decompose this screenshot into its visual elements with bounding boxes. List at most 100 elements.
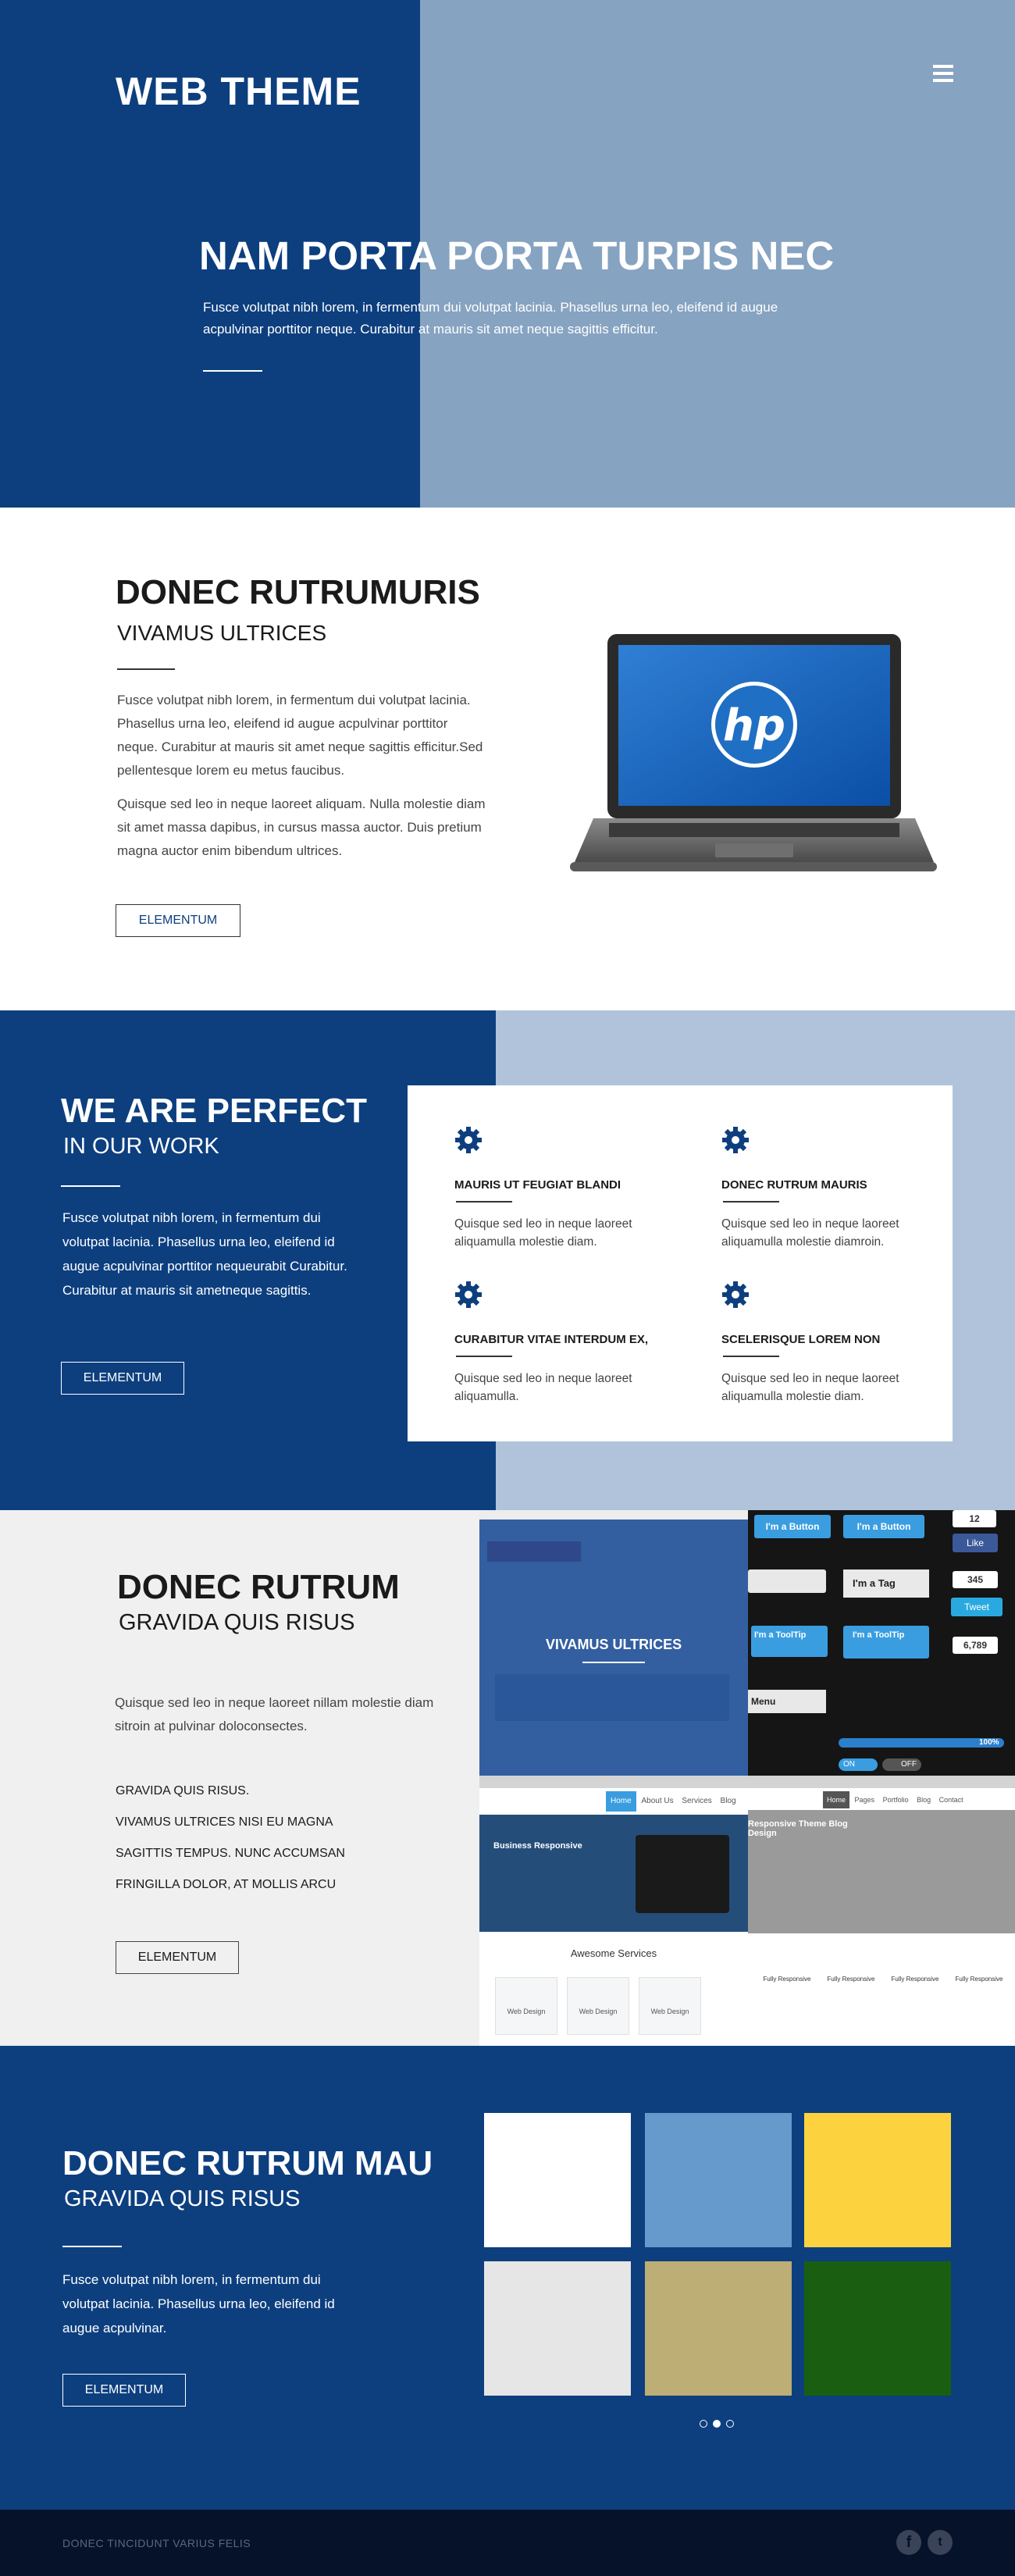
slider-dot[interactable] (726, 2420, 734, 2428)
feature-item: CURABITUR VITAE INTERDUM EX, Quisque sed… (454, 1281, 689, 1406)
kit-count: 345 (953, 1571, 998, 1588)
shot-nav-item: Services (682, 1797, 712, 1805)
color-swatch[interactable] (804, 2261, 951, 2396)
color-swatch[interactable] (804, 2113, 951, 2247)
laptop-image: hp (570, 634, 937, 871)
palette-elementum-button[interactable]: ELEMENTUM (62, 2374, 186, 2407)
brand-logo[interactable]: WEB THEME (116, 69, 361, 114)
feature-text: Quisque sed leo in neque laoreet aliquam… (721, 1217, 899, 1249)
kit-button: I'm a Button (754, 1515, 831, 1538)
overlay-label: VIVAMUS ULTRICES (545, 1637, 682, 1652)
feature-text: Quisque sed leo in neque laoreet aliquam… (721, 1372, 899, 1403)
gear-icon (455, 1127, 482, 1153)
twitter-icon[interactable]: t (928, 2530, 953, 2555)
kit-tag: I'm a Tag (843, 1569, 929, 1598)
kit-toggle-on: ON (839, 1758, 878, 1771)
shot-nav-item: Home (606, 1791, 636, 1812)
product-paragraph-1: Fusce volutpat nibh lorem, in fermentum … (117, 693, 483, 778)
perfect-text: Fusce volutpat nibh lorem, in fermentum … (62, 1210, 347, 1298)
perfect-subtitle: IN OUR WORK (63, 1134, 219, 1159)
kit-like: Like (953, 1534, 998, 1552)
slider-dots (700, 2417, 739, 2432)
palette-subtitle: GRAVIDA QUIS RISUS (64, 2186, 301, 2211)
gear-icon (722, 1127, 749, 1153)
kit-tooltip: I'm a ToolTip (843, 1626, 929, 1659)
palette-title: DONEC RUTRUM MAU (62, 2144, 433, 2182)
facebook-icon[interactable]: f (896, 2530, 921, 2555)
screenshot-overlay-site[interactable]: VIVAMUS ULTRICES (479, 1510, 748, 1776)
shot-nav-item: Contact (938, 1796, 963, 1804)
product-paragraph-2: Quisque sed leo in neque laoreet aliquam… (117, 796, 486, 858)
product-subtitle: VIVAMUS ULTRICES (117, 621, 327, 645)
hamburger-menu-icon[interactable] (933, 65, 953, 82)
palette-text: Fusce volutpat nibh lorem, in fermentum … (62, 2272, 335, 2336)
feature-divider (456, 1356, 512, 1357)
palette-section: DONEC RUTRUM MAU GRAVIDA QUIS RISUS Fusc… (0, 2046, 1015, 2510)
shot-card: Web Design (495, 1977, 557, 2035)
feature-item: MAURIS UT FEUGIAT BLANDI Quisque sed leo… (454, 1126, 689, 1251)
shot-nav-item: Blog (720, 1797, 736, 1805)
feature-text: Quisque sed leo in neque laoreet aliquam… (454, 1217, 632, 1249)
shot-col: Fully Responsive (827, 1976, 875, 1983)
shot-col: Fully Responsive (891, 1976, 939, 1983)
shot-nav-item: Portfolio (882, 1796, 909, 1804)
screenshot-blog-site[interactable]: Home Pages Portfolio Blog Contact Respon… (748, 1776, 1015, 2046)
list-item: SAGITTIS TEMPUS. NUNC ACCUMSAN (116, 1847, 345, 1860)
feature-title: SCELERISQUE LOREM NON (721, 1333, 881, 1346)
shot-nav-item: Blog (917, 1796, 931, 1804)
overlay-panel: VIVAMUS ULTRICES (479, 1520, 748, 1776)
feature-title: MAURIS UT FEUGIAT BLANDI (454, 1178, 621, 1192)
kit-button: I'm a Button (843, 1515, 924, 1538)
templates-section: DONEC RUTRUM GRAVIDA QUIS RISUS Quisque … (0, 1510, 1015, 2046)
shot-hero-text: Responsive Theme Blog Design (748, 1819, 848, 1838)
shot-card: Web Design (567, 1977, 629, 2035)
templates-subtitle: GRAVIDA QUIS RISUS (119, 1610, 355, 1635)
shot-hero-text: Business Responsive (493, 1841, 582, 1851)
hero-divider (203, 370, 262, 372)
kit-tweet: Tweet (951, 1598, 1003, 1616)
kit-progress-label: 100% (979, 1738, 999, 1747)
color-swatch[interactable] (484, 2113, 631, 2247)
perfect-divider (61, 1185, 120, 1187)
color-swatch[interactable] (484, 2261, 631, 2396)
hero-title: NAM PORTA PORTA TURPIS NEC (199, 233, 835, 278)
list-item: FRINGILLA DOLOR, AT MOLLIS ARCU (116, 1878, 337, 1891)
slider-dot[interactable] (700, 2420, 707, 2428)
templates-elementum-button[interactable]: ELEMENTUM (116, 1941, 239, 1974)
perfect-section: WE ARE PERFECT IN OUR WORK Fusce volutpa… (0, 1010, 1015, 1510)
screenshot-business-site[interactable]: Home About Us Services Blog Business Res… (479, 1776, 748, 2046)
kit-toggle-off: OFF (882, 1758, 921, 1771)
hero-text: Fusce volutpat nibh lorem, in fermentum … (203, 300, 778, 337)
footer-text: DONEC TINCIDUNT VARIUS FELIS (62, 2537, 251, 2549)
feature-text: Quisque sed leo in neque laoreet aliquam… (454, 1372, 632, 1403)
screenshot-ui-kit[interactable]: I'm a Button I'm a Button 12 Like I'm a … (748, 1510, 1015, 1776)
shot-nav-item: Home (823, 1791, 850, 1808)
product-elementum-button[interactable]: ELEMENTUM (116, 904, 240, 937)
footer: DONEC TINCIDUNT VARIUS FELIS f t (0, 2510, 1015, 2576)
templates-list: GRAVIDA QUIS RISUS. VIVAMUS ULTRICES NIS… (116, 1780, 345, 1905)
gear-icon (455, 1281, 482, 1308)
slider-dot[interactable] (713, 2420, 721, 2428)
shot-nav-item: About Us (641, 1797, 674, 1805)
feature-title: DONEC RUTRUM MAURIS (721, 1178, 867, 1192)
feature-title: CURABITUR VITAE INTERDUM EX, (454, 1333, 649, 1346)
color-swatch[interactable] (645, 2261, 792, 2396)
shot-nav-item: Pages (854, 1796, 875, 1804)
feature-divider (723, 1356, 779, 1357)
list-item: GRAVIDA QUIS RISUS. (116, 1784, 250, 1797)
product-section: DONEC RUTRUMURIS VIVAMUS ULTRICES Fusce … (0, 508, 1015, 1010)
shot-heading: Awesome Services (570, 1947, 657, 1959)
product-divider (117, 668, 175, 670)
features-card: MAURIS UT FEUGIAT BLANDI Quisque sed leo… (408, 1085, 953, 1441)
hero-section: WEB THEME NAM PORTA PORTA TURPIS NEC Fus… (0, 0, 1015, 508)
overlay-divider (582, 1662, 645, 1663)
perfect-elementum-button[interactable]: ELEMENTUM (61, 1362, 184, 1395)
shot-col: Fully Responsive (955, 1976, 1003, 1983)
templates-title: DONEC RUTRUM (117, 1568, 400, 1606)
palette-divider (62, 2246, 122, 2247)
kit-count: 6,789 (953, 1637, 998, 1654)
list-item: VIVAMUS ULTRICES NISI EU MAGNA (116, 1815, 333, 1829)
color-swatch[interactable] (645, 2113, 792, 2247)
feature-item: SCELERISQUE LOREM NON Quisque sed leo in… (721, 1281, 956, 1406)
template-screenshots-collage: VIVAMUS ULTRICES I'm a Button I'm a Butt… (479, 1510, 1015, 2046)
